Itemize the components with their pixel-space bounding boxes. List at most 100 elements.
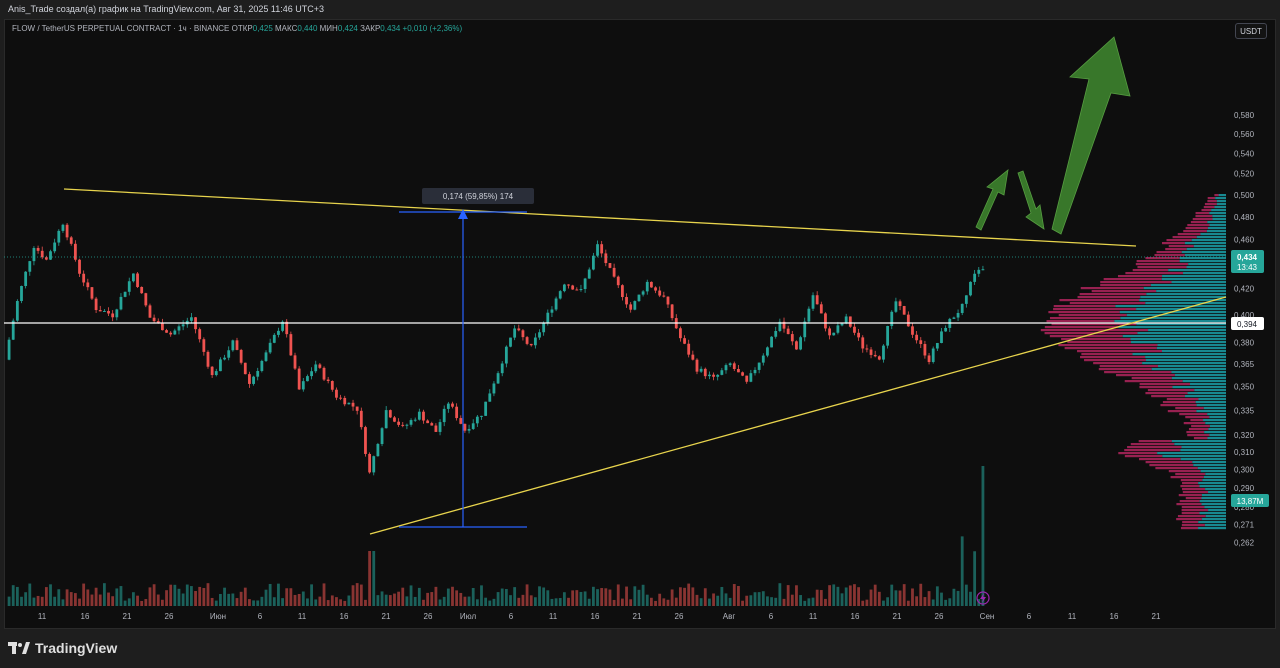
- volume-bar: [492, 598, 496, 606]
- time-tick-label: 26: [675, 612, 684, 621]
- volume-profile-row-buy: [1122, 335, 1226, 338]
- candle-body: [119, 296, 123, 310]
- candle-body: [513, 328, 517, 338]
- currency-button[interactable]: USDT: [1235, 23, 1267, 39]
- volume-bar: [699, 598, 703, 606]
- chart-credit-text: Anis_Trade создал(а) график на TradingVi…: [8, 4, 325, 14]
- candle-body: [202, 339, 206, 352]
- volume-bar: [252, 600, 255, 606]
- candle-body: [223, 357, 226, 360]
- candle-body: [359, 410, 363, 428]
- volume-bar: [877, 591, 881, 606]
- volume-profile-row-sell: [1201, 209, 1212, 212]
- candle-body: [61, 224, 65, 231]
- volume-bar: [231, 593, 235, 606]
- time-tick-label: 6: [1027, 612, 1032, 621]
- candle-body: [306, 376, 309, 382]
- volume-bar: [326, 600, 330, 606]
- support-trendline[interactable]: [369, 296, 1227, 535]
- volume-bar: [915, 596, 919, 606]
- volume-bar: [894, 590, 898, 606]
- volume-profile-row-sell: [1192, 218, 1213, 221]
- candle-body: [343, 397, 347, 405]
- candle-body: [86, 282, 90, 288]
- volume-profile-row-buy: [1203, 407, 1226, 410]
- volume-bar: [906, 600, 910, 606]
- volume-profile-row-sell: [1049, 317, 1121, 320]
- candle-body: [480, 415, 483, 417]
- volume-profile-row-buy: [1215, 197, 1226, 200]
- volume-bar: [969, 591, 972, 606]
- candle-body: [413, 419, 417, 421]
- volume-profile-row-sell: [1175, 407, 1204, 410]
- volume-bar: [384, 594, 388, 606]
- candle-body: [475, 416, 479, 424]
- price-tick-label: 0,560: [1234, 130, 1255, 139]
- price-tick-label: 0,350: [1234, 383, 1255, 392]
- volume-profile-row-buy: [1132, 353, 1226, 356]
- candle-body: [654, 287, 657, 291]
- volume-profile-row-buy: [1204, 524, 1226, 527]
- volume-bar: [745, 595, 749, 606]
- volume-bar: [53, 596, 57, 606]
- candle-body: [558, 291, 562, 299]
- time-tick-label: 16: [340, 612, 349, 621]
- candle-body: [198, 329, 202, 340]
- candle-body: [509, 337, 512, 347]
- candle-body: [351, 402, 355, 407]
- volume-bar: [181, 593, 185, 606]
- candle-body: [629, 304, 633, 310]
- volume-profile-row-sell: [1084, 359, 1146, 362]
- volume-bar: [981, 466, 985, 606]
- candle-body: [268, 342, 272, 353]
- volume-profile-row-buy: [1203, 419, 1226, 422]
- volume-bar: [687, 583, 691, 606]
- volume-profile-row-sell: [1181, 512, 1200, 515]
- volume-bar: [509, 595, 512, 606]
- volume-bar: [219, 593, 222, 606]
- price-range-measure[interactable]: 0,174 (59,85%) 174: [399, 188, 534, 528]
- volume-bar: [882, 600, 885, 606]
- candle-body: [620, 285, 624, 298]
- tradingview-logo[interactable]: TradingView: [8, 639, 117, 657]
- time-tick-label: 26: [935, 612, 944, 621]
- candle-body: [322, 367, 326, 380]
- volume-profile-row-sell: [1177, 233, 1201, 236]
- volume-profile-row-sell: [1178, 494, 1202, 497]
- candle-body: [111, 313, 115, 318]
- open-label: ОТКР: [231, 24, 253, 33]
- volume-bar: [708, 598, 711, 606]
- volume-bar: [223, 587, 226, 606]
- candle-body: [645, 281, 649, 292]
- volume-profile-row-buy: [1209, 416, 1226, 419]
- volume-profile-row-buy: [1171, 440, 1226, 443]
- candle-body: [140, 286, 144, 294]
- volume-profile-row-sell: [1203, 206, 1215, 209]
- candle-body: [339, 397, 342, 399]
- candle-body: [368, 453, 372, 473]
- time-axis[interactable]: 11 16 21 26 Июн 6 11 16 21 26 Июл 6 11 16 21 26 Авг 6 11 16…: [38, 612, 1161, 621]
- volume-profile-row-buy: [1186, 266, 1226, 269]
- volume-profile-row-buy: [1184, 395, 1226, 398]
- resistance-trendline[interactable]: [63, 188, 1137, 247]
- price-tick-label: 0,310: [1234, 448, 1255, 457]
- candle-body: [330, 381, 334, 390]
- price-chart[interactable]: 0,174 (59,85%) 174 0,580 0,560 0,540 0,520 0…: [4, 19, 1276, 629]
- volume-bar: [695, 594, 699, 606]
- volume-profile-row-buy: [1198, 398, 1226, 401]
- volume-bar: [397, 591, 401, 606]
- volume-profile-row-sell: [1077, 350, 1162, 353]
- candle-body: [699, 368, 703, 372]
- forecast-arrows[interactable]: [975, 36, 1131, 235]
- volume-bar: [306, 598, 309, 606]
- candle-body: [335, 389, 338, 398]
- volume-profile-row-sell: [1182, 482, 1199, 485]
- volume-bar: [919, 583, 923, 606]
- candle-body: [36, 248, 40, 251]
- volume-profile-row-sell: [1124, 380, 1183, 383]
- candle-body: [716, 374, 720, 377]
- candle-body: [853, 326, 856, 333]
- volume-bar: [434, 586, 438, 606]
- time-tick-label: 21: [633, 612, 642, 621]
- volume-profile-row-sell: [1069, 302, 1146, 305]
